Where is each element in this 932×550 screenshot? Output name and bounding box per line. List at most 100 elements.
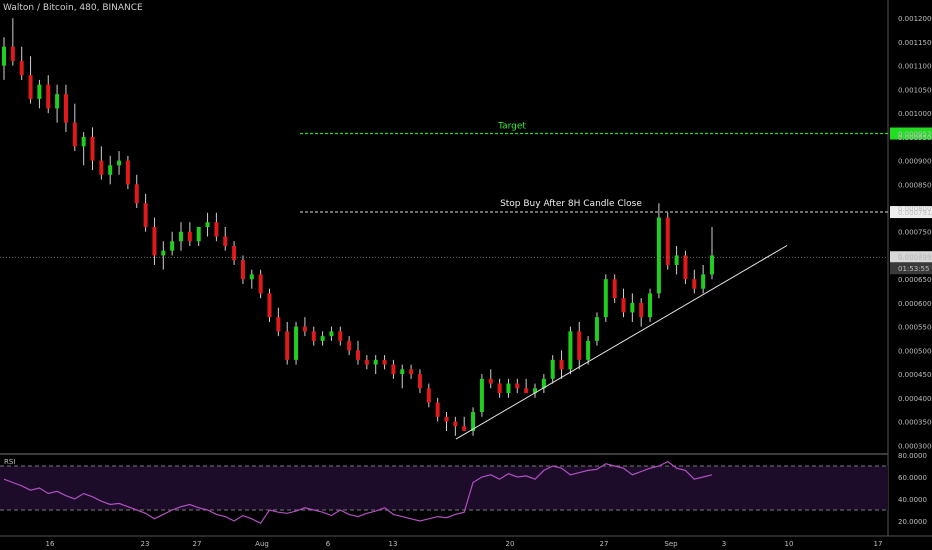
- candle-body: [81, 136, 86, 147]
- rsi-tick-label: 80.0000: [898, 452, 927, 460]
- time-tick-label: Sep: [664, 540, 678, 548]
- candle-body: [63, 94, 68, 123]
- candle-body: [506, 383, 511, 394]
- candle-body: [710, 255, 714, 275]
- time-axis: 16 23 27 Aug 6 13 20 27 Sep 3 10 17: [46, 540, 883, 548]
- rsi-tick-label: 20.0000: [898, 518, 927, 526]
- candle-body: [187, 231, 192, 242]
- candle-body: [559, 359, 564, 370]
- candle-body: [462, 426, 467, 432]
- price-tick-label: 0.0003000: [898, 442, 932, 450]
- candle-body: [603, 279, 608, 318]
- rsi-pane: RSI: [0, 458, 888, 524]
- candle-body: [19, 60, 24, 76]
- price-tick-label: 0.0007500: [898, 229, 932, 237]
- candle-body: [356, 350, 360, 360]
- candle-body: [488, 378, 493, 384]
- candle-body: [665, 217, 670, 265]
- rsi-title: RSI: [4, 458, 15, 466]
- candle-body: [134, 184, 139, 204]
- candle-body: [347, 340, 352, 351]
- candle-body: [108, 165, 113, 175]
- candle-body: [320, 336, 325, 341]
- candle-body: [90, 136, 95, 161]
- candle-body: [311, 331, 316, 341]
- target-label: Target: [497, 122, 526, 132]
- price-tick-label: 0.0005000: [898, 347, 932, 355]
- price-tick-label: 0.0010500: [898, 86, 932, 94]
- grid: [0, 0, 932, 537]
- candle-body: [391, 364, 396, 375]
- time-tick-label: 10: [785, 540, 794, 548]
- chart-root: Target Stop Buy After 8H Candle Close 0.00…: [0, 0, 932, 550]
- price-tick-label: 0.0008500: [898, 181, 932, 189]
- countdown-tag: 01:53:55: [898, 265, 929, 273]
- candle-body: [524, 388, 529, 394]
- candle-body: [117, 160, 122, 166]
- price-tick-label: 0.0011500: [898, 39, 932, 47]
- chart-canvas[interactable]: Target Stop Buy After 8H Candle Close 0.00…: [0, 0, 932, 550]
- candle-body: [232, 245, 237, 261]
- candles-layer: [2, 18, 714, 436]
- candle-body: [683, 255, 688, 280]
- price-tick-label: 0.0009500: [898, 134, 932, 142]
- candle-body: [338, 331, 343, 341]
- candle-body: [692, 279, 697, 289]
- candle-body: [453, 421, 458, 427]
- candle-body: [364, 359, 369, 365]
- rsi-band-fill: [0, 466, 888, 510]
- price-tick-label: 0.0012000: [898, 15, 932, 23]
- candle-body: [409, 369, 414, 375]
- candle-body: [639, 302, 644, 318]
- candle-body: [400, 369, 405, 375]
- price-tick-label: 0.0004000: [898, 395, 932, 403]
- candle-body: [28, 75, 33, 99]
- price-tick-label: 0.0010000: [898, 110, 932, 118]
- candle-body: [179, 231, 183, 242]
- candle-body: [497, 383, 502, 394]
- candle-body: [2, 46, 6, 66]
- candle-body: [621, 298, 626, 313]
- time-tick-label: 27: [600, 540, 609, 548]
- price-tick-label: 0.0007000: [898, 252, 932, 260]
- candle-body: [161, 250, 166, 256]
- time-tick-label: 17: [874, 540, 883, 548]
- price-tick-label: 0.0004500: [898, 371, 932, 379]
- time-tick-label: 27: [193, 540, 202, 548]
- candle-body: [276, 317, 281, 332]
- candle-body: [656, 217, 661, 294]
- rsi-tick-label: 40.0000: [898, 496, 927, 504]
- candle-body: [258, 274, 263, 294]
- candle-body: [701, 274, 706, 289]
- stop-label: Stop Buy After 8H Candle Close: [500, 199, 642, 209]
- candle-body: [196, 227, 201, 242]
- time-tick-label: 6: [326, 540, 331, 548]
- candle-body: [294, 326, 299, 360]
- candle-body: [373, 359, 378, 365]
- time-tick-label: 3: [722, 540, 726, 548]
- candle-body: [72, 122, 77, 147]
- candle-body: [648, 293, 653, 318]
- price-tick-label: 0.0006500: [898, 276, 932, 284]
- candle-body: [515, 383, 520, 389]
- time-tick-label: 23: [141, 540, 150, 548]
- candle-body: [10, 46, 15, 61]
- candle-body: [37, 84, 42, 99]
- candle-body: [152, 227, 157, 256]
- rsi-tick-label: 60.0000: [898, 474, 927, 482]
- candle-body: [267, 293, 272, 318]
- candle-body: [214, 222, 219, 237]
- candle-body: [143, 203, 148, 227]
- candle-body: [550, 359, 555, 379]
- time-tick-label: 13: [389, 540, 398, 548]
- price-tick-label: 0.0006000: [898, 300, 932, 308]
- candle-body: [329, 331, 334, 337]
- candle-body: [444, 416, 449, 422]
- time-tick-label: Aug: [255, 540, 269, 548]
- candle-body: [612, 279, 617, 299]
- time-tick-label: 20: [506, 540, 515, 548]
- chart-title: Walton / Bitcoin, 480, BINANCE: [3, 3, 143, 13]
- candle-body: [55, 94, 60, 109]
- candle-body: [285, 331, 290, 360]
- candle-body: [577, 331, 582, 360]
